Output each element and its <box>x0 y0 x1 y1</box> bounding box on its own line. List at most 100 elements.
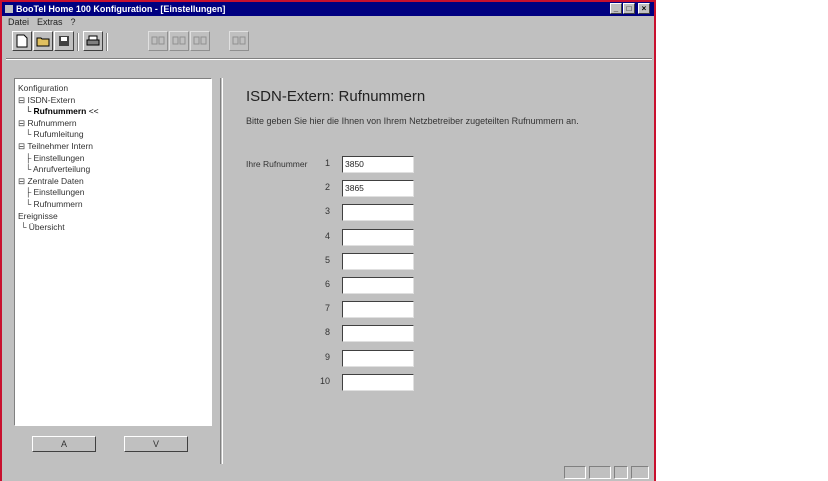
number-row: 7 <box>302 301 414 319</box>
tree-item[interactable]: └ Übersicht <box>18 222 99 234</box>
title-bar[interactable]: BooTel Home 100 Konfiguration - [Einstel… <box>2 2 654 16</box>
tree-item-label: Rufumleitung <box>33 129 84 140</box>
next-page-button[interactable]: V <box>124 436 188 452</box>
app-icon[interactable] <box>5 5 13 13</box>
number-row: 8 <box>302 325 414 343</box>
tree-connector: └ <box>18 129 34 140</box>
tree-item-label: Rufnummern <box>27 117 77 128</box>
phone-number-input[interactable] <box>342 373 414 391</box>
menu-datei[interactable]: Datei <box>8 17 29 29</box>
transfer-button-2[interactable] <box>169 31 189 51</box>
phone-number-input[interactable] <box>342 252 414 270</box>
page-title: ISDN-Extern: Rufnummern <box>246 88 426 105</box>
close-button[interactable]: × <box>638 3 650 14</box>
number-row: 3 <box>302 204 414 222</box>
tree-item[interactable]: ⊟ ISDN-Extern <box>18 95 99 107</box>
tree-item[interactable]: ⊟ Rufnummern <box>18 118 99 130</box>
save-icon <box>59 36 69 46</box>
open-folder-icon <box>36 37 50 47</box>
transfer-button-1[interactable] <box>148 31 168 51</box>
number-index: 6 <box>324 279 330 289</box>
pane-splitter[interactable] <box>220 78 223 464</box>
number-index: 9 <box>324 351 330 362</box>
tree-item[interactable]: ├ Einstellungen <box>18 187 99 199</box>
number-index: 10 <box>319 375 330 386</box>
tree-connector: └ <box>18 222 29 233</box>
toolbar-divider <box>6 58 652 60</box>
number-index: 7 <box>324 303 330 314</box>
phone-number-input[interactable] <box>342 325 414 343</box>
restore-button[interactable]: □ <box>623 3 635 14</box>
phone-number-input[interactable] <box>342 228 414 246</box>
number-row: 2 3865 <box>302 180 414 198</box>
tree-item-label: Konfiguration <box>18 83 69 93</box>
transfer-button-3[interactable] <box>190 31 210 51</box>
tree-item-label: Rufnummern <box>33 198 83 209</box>
status-panel <box>614 466 628 479</box>
selection-marker: << <box>86 106 99 117</box>
number-index: 4 <box>324 230 330 241</box>
new-file-button[interactable] <box>12 31 32 51</box>
phone-number-input[interactable] <box>342 349 414 367</box>
toolbar-separator <box>77 33 79 51</box>
tree-connector: └ <box>18 198 34 209</box>
tree-connector: └ <box>18 164 33 175</box>
tree-item[interactable]: └ Rufnummern << <box>18 106 99 118</box>
save-button[interactable] <box>54 31 74 51</box>
tree-item-label: Zentrale Daten <box>27 175 84 186</box>
minimize-button[interactable]: _ <box>610 3 622 14</box>
status-panel <box>564 466 586 479</box>
tree-item[interactable]: ⊟ Teilnehmer Intern <box>18 141 99 153</box>
tree-item-label: Einstellungen <box>33 187 85 198</box>
tree-item[interactable]: └ Rufumleitung <box>18 129 99 141</box>
tree-item-label: ISDN-Extern <box>27 94 76 105</box>
tree-item[interactable]: └ Rufnummern <box>18 199 99 211</box>
tree-connector: ⊟ <box>18 140 28 151</box>
tree-item-label: Ereignisse <box>18 210 58 221</box>
print-button[interactable] <box>83 31 103 51</box>
tree-item[interactable]: ⊟ Zentrale Daten <box>18 176 99 188</box>
number-row: 9 <box>302 349 414 367</box>
number-row: 6 <box>302 277 414 294</box>
tree-connector: └ <box>18 106 34 117</box>
phone-number-input[interactable] <box>342 204 414 222</box>
tree-item-label: Anrufverteilung <box>33 164 91 175</box>
status-bar <box>6 464 652 481</box>
field-label: Ihre Rufnummer <box>246 159 308 169</box>
number-index: 8 <box>324 327 330 338</box>
phone-number-input[interactable]: 3850 <box>342 156 414 173</box>
number-index: 1 <box>324 158 330 168</box>
tree-item[interactable]: └ Anrufverteilung <box>18 164 99 176</box>
tree-item[interactable]: ├ Einstellungen <box>18 153 99 165</box>
number-row: 5 <box>302 252 414 270</box>
phone-number-input[interactable]: 3865 <box>342 180 414 198</box>
open-file-button[interactable] <box>33 31 53 51</box>
transfer-button-4[interactable] <box>229 31 249 51</box>
tree-connector: ├ <box>18 187 34 198</box>
number-row: 1 3850 <box>302 156 414 173</box>
tree-item[interactable]: Konfiguration <box>18 83 99 95</box>
toolbar <box>6 31 652 53</box>
transfer-icon <box>151 36 165 45</box>
number-index: 3 <box>324 206 330 217</box>
page-description: Bitte geben Sie hier die Ihnen von Ihrem… <box>246 116 579 126</box>
transfer-icon <box>172 36 186 45</box>
previous-page-button[interactable]: A <box>32 436 96 452</box>
transfer-icon <box>232 36 246 45</box>
new-file-icon <box>16 34 28 48</box>
tree-item-label: Einstellungen <box>33 152 85 163</box>
transfer-icon <box>193 36 207 45</box>
navigation-tree[interactable]: Konfiguration ⊟ ISDN-Extern └ Rufnummern … <box>14 78 212 426</box>
tree-connector: ├ <box>18 152 34 163</box>
phone-number-input[interactable] <box>342 277 414 294</box>
size-grip[interactable] <box>631 466 649 479</box>
window-title: BooTel Home 100 Konfiguration - [Einstel… <box>16 4 226 14</box>
number-row: 10 <box>302 373 414 391</box>
menu-extras[interactable]: Extras <box>37 17 63 29</box>
tree-item[interactable]: Ereignisse <box>18 211 99 223</box>
phone-number-input[interactable] <box>342 301 414 319</box>
tree-item-label: Rufnummern <box>33 106 87 117</box>
menu-bar: Datei Extras ? <box>8 17 76 29</box>
menu-help[interactable]: ? <box>71 17 76 29</box>
tree-item-label: Übersicht <box>28 222 65 233</box>
